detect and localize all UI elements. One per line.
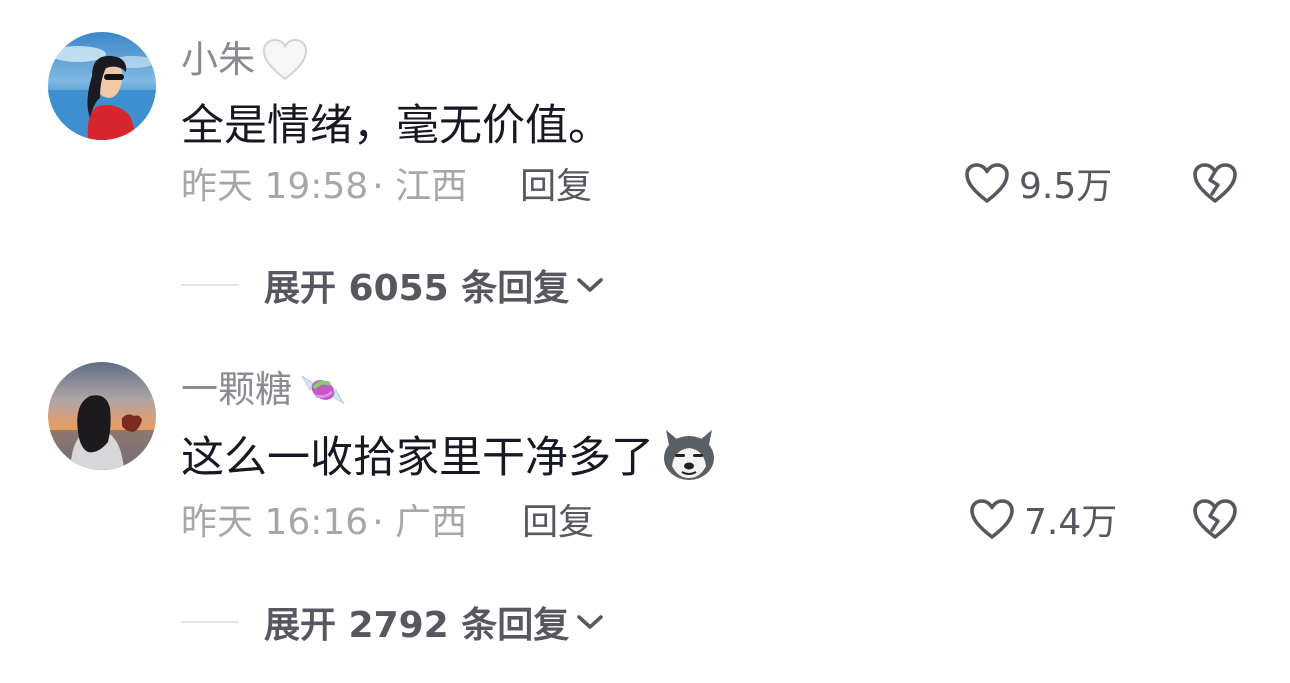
like-button[interactable]: 7.4万 <box>968 494 1117 544</box>
divider <box>181 621 239 623</box>
ip-region: · 江西 <box>372 166 468 207</box>
ip-region: · 广西 <box>372 502 468 543</box>
dislike-button[interactable] <box>1190 494 1240 544</box>
username[interactable]: 小朱 <box>181 35 255 85</box>
like-button[interactable]: 9.5万 <box>963 158 1112 208</box>
expand-replies-label: 展开 2792 条回复 <box>264 605 570 646</box>
username[interactable]: 一颗糖 <box>181 365 292 415</box>
broken-heart-icon <box>1191 161 1239 205</box>
white-heart-icon <box>261 37 309 83</box>
broken-heart-icon <box>1191 497 1239 541</box>
avatar[interactable] <box>48 362 156 470</box>
expand-replies-button[interactable]: 展开 6055 条回复 <box>264 259 605 311</box>
candy-icon <box>298 368 348 412</box>
username-row: 小朱 <box>181 35 309 85</box>
timestamp: 昨天 19:58 <box>181 166 369 207</box>
comment-meta: 昨天 19:58 · 江西 回复 <box>181 158 592 208</box>
like-count: 7.4万 <box>1024 502 1118 543</box>
heart-outline-icon <box>963 161 1011 205</box>
comment-meta: 昨天 16:16 · 广西 回复 <box>181 494 594 544</box>
like-count: 9.5万 <box>1019 166 1113 207</box>
chevron-down-icon <box>575 612 605 632</box>
comment-text: 这么一收拾家里干净多了 <box>181 422 718 486</box>
avatar[interactable] <box>48 32 156 140</box>
reply-button[interactable]: 回复 <box>520 157 592 209</box>
expand-replies-row: 展开 2792 条回复 <box>181 597 605 647</box>
divider <box>181 284 239 286</box>
dislike-button[interactable] <box>1190 158 1240 208</box>
comment-text-content: 全是情绪，毫无价值。 <box>181 101 611 151</box>
reply-button[interactable]: 回复 <box>522 493 594 545</box>
timestamp: 昨天 16:16 <box>181 502 369 543</box>
comment-item: 小朱 全是情绪，毫无价值。 昨天 19:58 · 江西 回复 9.5万 展开 6… <box>0 0 1290 330</box>
comment-text-content: 这么一收拾家里干净多了 <box>181 433 654 483</box>
comment-text: 全是情绪，毫无价值。 <box>181 90 611 154</box>
heart-outline-icon <box>968 497 1016 541</box>
husky-dog-icon <box>660 426 718 482</box>
comment-item: 一颗糖 这么一收拾家里干净多了 昨天 16:16 · 广西 回复 7.4万 展开… <box>0 330 1290 683</box>
chevron-down-icon <box>575 275 605 295</box>
expand-replies-label: 展开 6055 条回复 <box>264 268 570 309</box>
expand-replies-row: 展开 6055 条回复 <box>181 260 605 310</box>
username-row: 一颗糖 <box>181 365 348 415</box>
expand-replies-button[interactable]: 展开 2792 条回复 <box>264 596 605 648</box>
